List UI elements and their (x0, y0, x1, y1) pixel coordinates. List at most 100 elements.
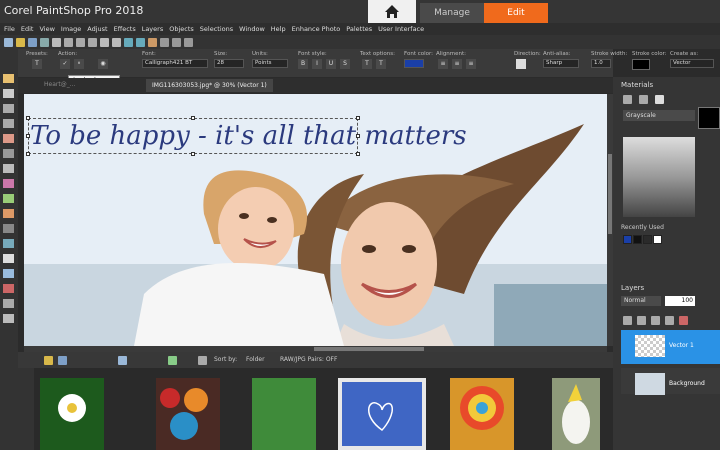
organizer-people-icon[interactable] (118, 356, 127, 365)
grayscale-spectrum[interactable] (623, 137, 695, 217)
organizer-folder-icon[interactable] (44, 356, 53, 365)
resize-handle[interactable] (356, 152, 360, 156)
organizer-view-icon[interactable] (58, 356, 67, 365)
align-left-button[interactable]: ≡ (438, 59, 448, 69)
eraser-tool-icon[interactable] (3, 224, 14, 233)
menu-objects[interactable]: Objects (169, 23, 194, 35)
more-tools-icon[interactable] (3, 314, 14, 323)
freehand-selection-icon[interactable] (3, 119, 14, 128)
undo-icon[interactable] (100, 37, 109, 47)
apply-icon[interactable]: ⚬ (74, 59, 84, 69)
units-select[interactable]: Points (252, 59, 288, 68)
antialias-select[interactable]: Sharp (543, 59, 579, 68)
open-icon[interactable] (16, 37, 25, 47)
cut-icon[interactable] (64, 37, 73, 47)
new-layer-icon[interactable] (623, 316, 632, 325)
frame-tab-icon[interactable] (623, 95, 632, 104)
convert-icon[interactable]: ◉ (98, 59, 108, 69)
thumbnail-market[interactable] (156, 378, 220, 450)
dropper-tool-icon[interactable] (3, 299, 14, 308)
rainbow-tab-icon[interactable] (655, 95, 664, 104)
font-select[interactable]: Calligraph421 BT (142, 59, 208, 68)
pen-tool-icon[interactable] (3, 284, 14, 293)
menu-user-interface[interactable]: User Interface (378, 23, 424, 35)
save-as-icon[interactable] (40, 37, 49, 47)
document-tab-heart[interactable]: Heart@_... (44, 81, 75, 88)
text-selection-box[interactable] (26, 116, 360, 156)
crop-icon[interactable] (148, 37, 157, 47)
crop-tool-icon[interactable] (3, 134, 14, 143)
menu-layers[interactable]: Layers (142, 23, 164, 35)
thumbnail-leaves[interactable] (252, 378, 316, 450)
direction-select[interactable] (516, 59, 526, 69)
thumbnail-umbrella[interactable] (450, 378, 514, 450)
resize-handle[interactable] (356, 116, 360, 120)
new-icon[interactable] (4, 37, 13, 47)
align-right-button[interactable]: ≡ (466, 59, 476, 69)
home-button[interactable] (368, 0, 416, 23)
text-tool-icon[interactable] (3, 254, 14, 263)
recent-color-black[interactable] (633, 235, 642, 244)
recent-color-dark[interactable] (643, 235, 652, 244)
selection-tool-icon[interactable] (3, 104, 14, 113)
thumbnail-heart-selected[interactable] (338, 378, 426, 450)
menu-enhance-photo[interactable]: Enhance Photo (292, 23, 341, 35)
straighten-tool-icon[interactable] (3, 149, 14, 158)
menu-effects[interactable]: Effects (114, 23, 136, 35)
menu-selections[interactable]: Selections (200, 23, 233, 35)
paint-brush-icon[interactable] (3, 209, 14, 218)
group-icon[interactable] (651, 316, 660, 325)
raw-jpg-pairs-toggle[interactable]: RAW/JPG Pairs: OFF (280, 356, 337, 363)
create-as-select[interactable]: Vector (670, 59, 714, 68)
menu-window[interactable]: Window (239, 23, 265, 35)
recent-color-blue[interactable] (623, 235, 632, 244)
foreground-background-swatch[interactable] (698, 107, 720, 129)
menu-file[interactable]: File (4, 23, 15, 35)
layer-vector-1[interactable]: Vector 1 (621, 330, 720, 364)
cancel-icon[interactable]: ✓ (60, 59, 70, 69)
menu-image[interactable]: Image (61, 23, 81, 35)
resize-handle[interactable] (26, 152, 30, 156)
tab-manage[interactable]: Manage (420, 3, 484, 23)
superscript-button[interactable]: T (362, 59, 372, 69)
shape-tool-icon[interactable] (3, 269, 14, 278)
copy-icon[interactable] (76, 37, 85, 47)
bold-button[interactable]: B (298, 59, 308, 69)
layer-background[interactable]: Background (621, 368, 720, 395)
font-color-swatch[interactable] (404, 59, 424, 68)
align-center-button[interactable]: ≡ (452, 59, 462, 69)
guides-icon[interactable] (172, 37, 181, 47)
paste-icon[interactable] (88, 37, 97, 47)
stroke-color-swatch[interactable] (632, 59, 650, 70)
menu-view[interactable]: View (39, 23, 54, 35)
resize-handle[interactable] (26, 116, 30, 120)
resize-handle[interactable] (191, 116, 195, 120)
materials-mode-select[interactable]: Grayscale (623, 110, 695, 121)
mask-icon[interactable] (637, 316, 646, 325)
redo-icon[interactable] (112, 37, 121, 47)
thumbnail-flower[interactable] (40, 378, 104, 450)
stroke-width-field[interactable]: 1.0 (591, 59, 611, 68)
subscript-button[interactable]: T (376, 59, 386, 69)
delete-layer-icon[interactable] (679, 316, 688, 325)
thumbnail-cockatoo[interactable] (552, 378, 600, 450)
clone-tool-icon[interactable] (3, 194, 14, 203)
organizer-settings-icon[interactable] (198, 356, 207, 365)
resize-handle[interactable] (191, 152, 195, 156)
underline-button[interactable]: U (326, 59, 336, 69)
zoom-icon[interactable] (124, 37, 133, 47)
makeover-tool-icon[interactable] (3, 179, 14, 188)
italic-button[interactable]: I (312, 59, 322, 69)
resize-handle[interactable] (356, 134, 360, 138)
fill-tool-icon[interactable] (3, 239, 14, 248)
menu-adjust[interactable]: Adjust (87, 23, 107, 35)
save-icon[interactable] (28, 37, 37, 47)
duplicate-icon[interactable] (665, 316, 674, 325)
grid-icon[interactable] (160, 37, 169, 47)
tab-edit[interactable]: Edit (484, 3, 548, 23)
blend-mode-select[interactable]: Normal (621, 296, 661, 306)
document-tab-active[interactable]: IMG116303053.jpg* @ 30% (Vector 1) (146, 79, 273, 92)
pick-tool-icon[interactable] (3, 89, 14, 98)
resize-handle[interactable] (26, 134, 30, 138)
sort-select[interactable]: Folder (246, 356, 265, 363)
